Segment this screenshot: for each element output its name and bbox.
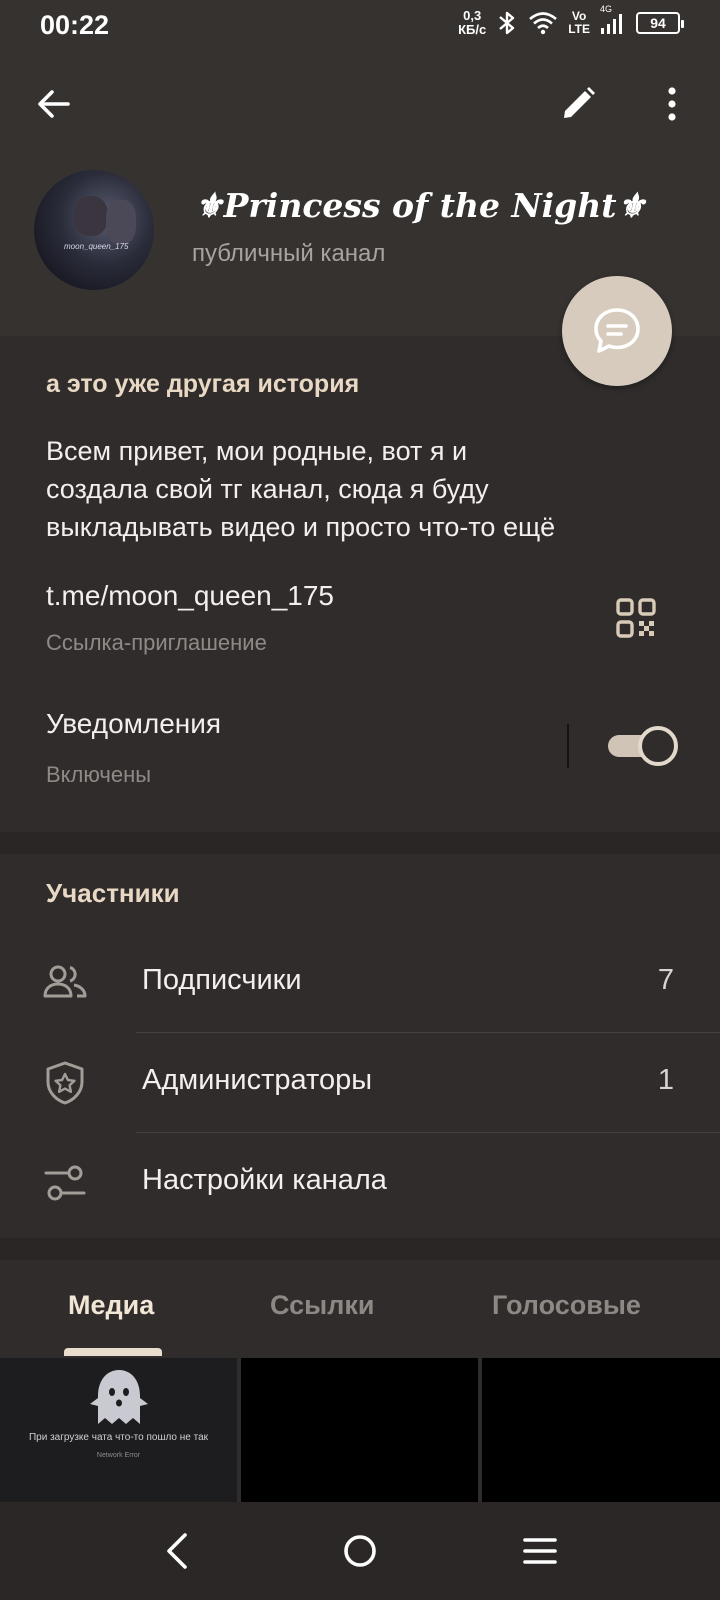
wifi-icon [529,12,558,35]
avatar-caption: moon_queen_175 [64,242,129,251]
invite-link-label: Ссылка-приглашение [46,630,267,655]
subscribers-count: 7 [657,964,674,996]
status-icons: 0,3 КБ/с Vo LTE 4G 94 [458,4,684,38]
tab-links[interactable]: Ссылки [270,1290,374,1321]
discussion-button[interactable] [562,276,672,386]
system-navigation-bar [0,1502,720,1600]
active-tab-indicator [64,1348,162,1356]
members-section: Участники Подписчики 7 Администраторы 1 … [0,854,720,1238]
section-gap [0,1238,720,1260]
notifications-state: Включены [46,762,152,787]
about-title: а это уже другая история [46,370,360,398]
bluetooth-icon [499,11,515,35]
section-gap [0,832,720,854]
channel-description[interactable]: Всем привет, мои родные, вот я и создала… [46,432,676,546]
channel-type: публичный канал [192,240,386,267]
media-item[interactable] [482,1358,720,1502]
notifications-divider [567,724,569,768]
channel-settings-row[interactable]: Настройки канала [0,1132,720,1232]
ghost-icon [90,1370,148,1424]
channel-avatar[interactable]: moon_queen_175 [34,170,154,290]
notifications-label[interactable]: Уведомления [46,708,221,740]
media-grid: При загрузке чата что-то пошло не так Ne… [0,1356,720,1502]
channel-settings-label: Настройки канала [142,1164,387,1196]
media-item[interactable] [241,1358,478,1502]
administrators-count: 1 [657,1064,674,1096]
nav-back-icon[interactable] [156,1528,202,1574]
nav-home-icon[interactable] [337,1528,383,1574]
battery-icon: 94 [636,12,684,34]
media-item[interactable]: При загрузке чата что-то пошло не так Ne… [0,1358,237,1502]
notifications-toggle[interactable] [608,726,678,766]
subscribers-label: Подписчики [142,964,302,996]
qr-code-icon[interactable] [614,596,658,640]
channel-title: ⚜Princess of the Night⚜ [194,186,647,225]
administrators-label: Администраторы [142,1064,373,1096]
nav-recents-icon[interactable] [517,1528,563,1574]
chat-bubble-icon [594,308,640,353]
status-time: 00:22 [40,10,110,40]
back-arrow-icon[interactable] [32,82,76,126]
tab-media[interactable]: Медиа [68,1290,154,1321]
members-title: Участники [46,878,180,908]
tab-voice[interactable]: Голосовые [492,1290,641,1321]
shared-media-tabs: Медиа Ссылки Голосовые [0,1260,720,1356]
settings-sliders-icon [44,1165,86,1201]
volte-indicator: Vo LTE [568,9,590,36]
invite-link[interactable]: t.me/moon_queen_175 [46,580,334,612]
battery-level: 94 [650,15,666,31]
shield-star-icon [46,1061,84,1105]
people-icon [43,965,87,998]
edit-pencil-icon[interactable] [556,82,600,126]
media-error-sub: Network Error [96,1452,141,1459]
channel-info-section: а это уже другая история Всем привет, мо… [0,336,720,832]
administrators-row[interactable]: Администраторы 1 [0,1032,720,1132]
network-speed: 0,3 КБ/с [458,8,487,37]
signal-icon: 4G [600,4,626,38]
status-bar: 00:22 0,3 КБ/с Vo LTE 4G 94 [0,0,720,52]
media-error-text: При загрузке чата что-то пошло не так [28,1432,209,1443]
subscribers-row[interactable]: Подписчики 7 [0,932,720,1032]
more-options-icon[interactable] [650,82,694,126]
